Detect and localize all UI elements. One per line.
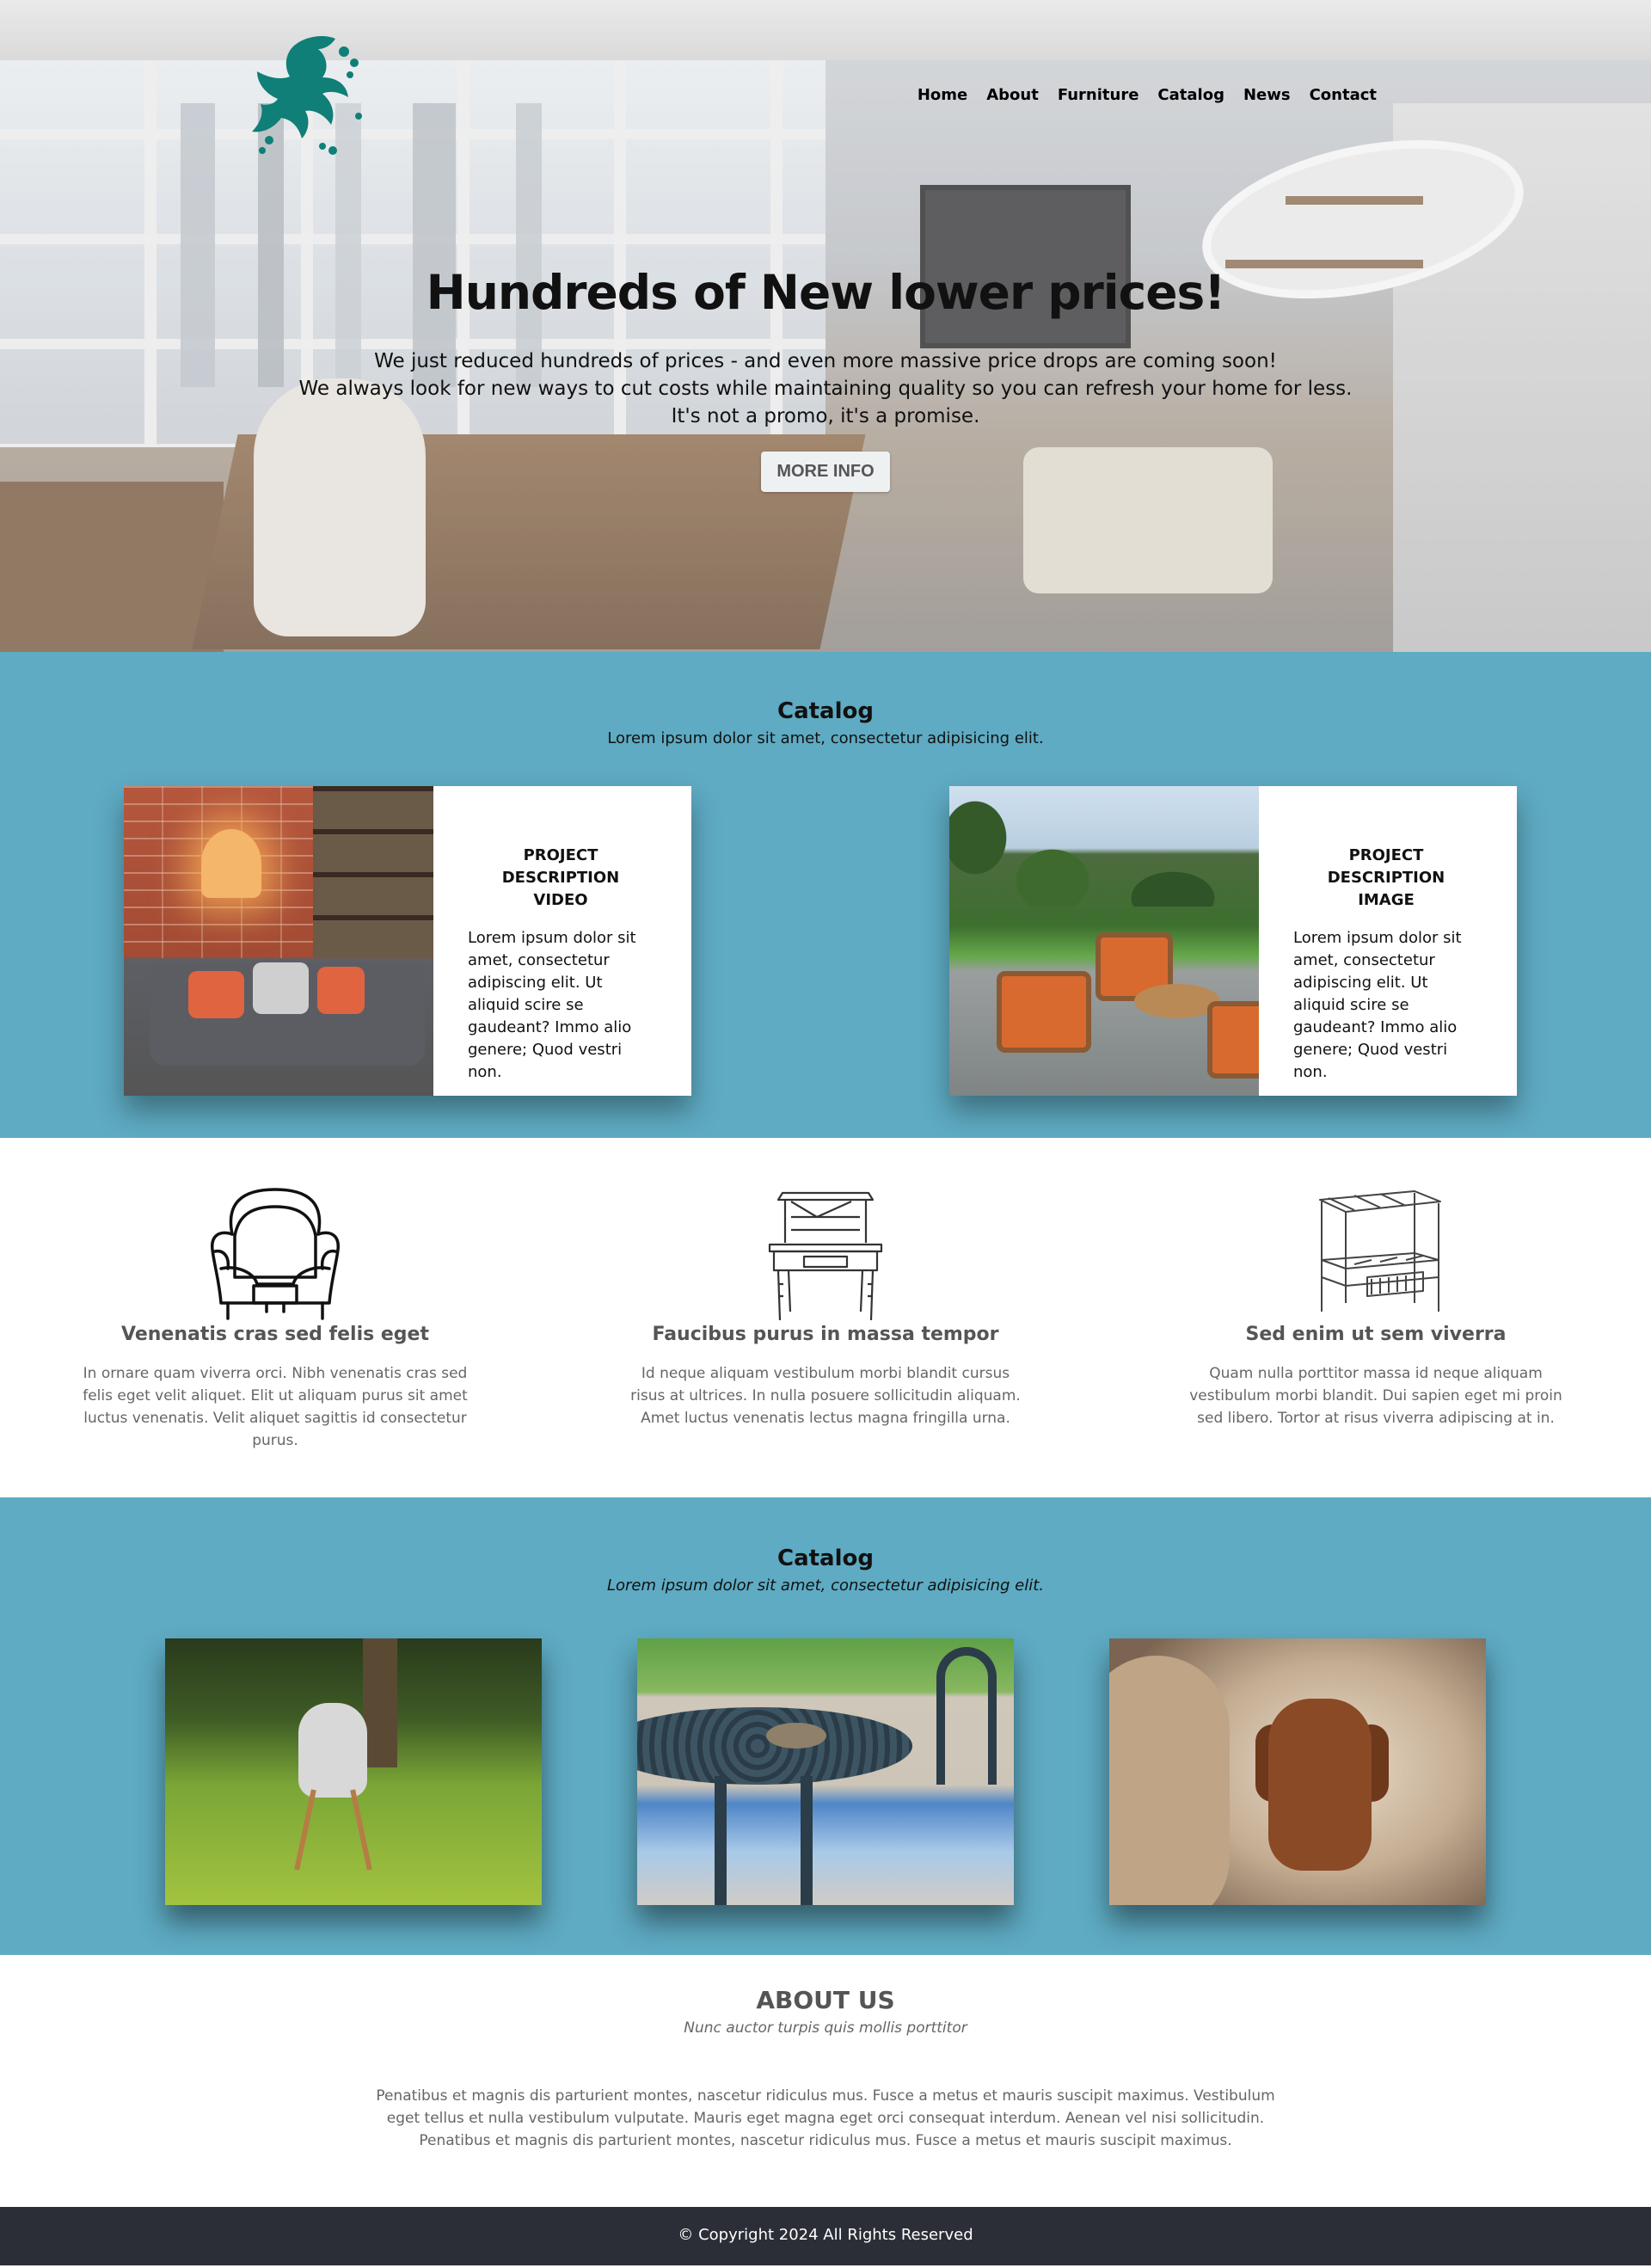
about-title: ABOUT US <box>756 1986 895 2014</box>
about-text: Penatibus et magnis dis parturient monte… <box>376 2087 1275 2149</box>
floor-lamp <box>201 829 261 898</box>
hero-content: Hundreds of New lower prices! We just re… <box>0 265 1651 492</box>
feature-text: Id neque aliquam vestibulum morbi blandi… <box>630 1365 1021 1427</box>
feature-text: Quam nulla porttitor massa id neque aliq… <box>1189 1365 1562 1427</box>
feature-item: Venenatis cras sed felis eget In ornare … <box>77 1138 473 1497</box>
catalog-subtitle: Lorem ipsum dolor sit amet, consectetur … <box>606 1577 1045 1595</box>
nav-about[interactable]: About <box>977 83 1048 108</box>
hero-line-3: It's not a promo, it's a promise. <box>671 405 980 427</box>
feature-title: Sed enim ut sem viverra <box>1245 1324 1507 1345</box>
canopy-bed-icon <box>1319 1189 1441 1312</box>
gallery-image-iron-table[interactable] <box>637 1638 1014 1905</box>
feature-title: Faucibus purus in massa tempor <box>652 1324 999 1345</box>
card-text: Lorem ipsum dolor sit amet, consectetur … <box>468 929 636 1081</box>
about-tagline: Nunc auctor turpis quis mollis porttitor <box>684 2019 967 2037</box>
hero-line-2: We always look for new ways to cut costs… <box>298 378 1353 400</box>
nav-catalog[interactable]: Catalog <box>1148 83 1234 108</box>
project-card-video[interactable]: PROJECT DESCRIPTION VIDEO Lorem ipsum do… <box>124 786 691 1096</box>
main-nav: Home About Furniture Catalog News Contac… <box>908 83 1386 108</box>
nav-contact[interactable]: Contact <box>1300 83 1386 108</box>
hero-subtitle: We just reduced hundreds of prices - and… <box>0 347 1651 430</box>
bookshelf <box>313 786 433 958</box>
nav-home[interactable]: Home <box>908 83 977 108</box>
catalog-subtitle: Lorem ipsum dolor sit amet, consectetur … <box>607 729 1044 747</box>
patio-chair <box>997 971 1091 1053</box>
catalog-section-gallery: Catalog Lorem ipsum dolor sit amet, cons… <box>0 1497 1651 1955</box>
features-section: Venenatis cras sed felis eget In ornare … <box>0 1138 1651 1497</box>
about-section: ABOUT US Nunc auctor turpis quis mollis … <box>0 1955 1651 2207</box>
feature-text: In ornare quam viverra orci. Nibh venena… <box>83 1365 468 1449</box>
project-card-image[interactable]: PROJECT DESCRIPTION IMAGE Lorem ipsum do… <box>949 786 1517 1096</box>
feature-title: Venenatis cras sed felis eget <box>121 1324 429 1345</box>
gallery-image-garden-chair[interactable] <box>165 1638 542 1905</box>
nav-furniture[interactable]: Furniture <box>1048 83 1149 108</box>
catalog-title: Catalog <box>777 698 874 724</box>
card-title: PROJECT DESCRIPTION VIDEO <box>501 846 620 909</box>
feature-item: Sed enim ut sem viverra Quam nulla portt… <box>1178 1138 1574 1497</box>
card-body: PROJECT DESCRIPTION IMAGE Lorem ipsum do… <box>1259 786 1517 1096</box>
copyright-text: © Copyright 2024 All Rights Reserved <box>678 2226 973 2244</box>
hutch-desk-icon <box>768 1191 883 1320</box>
hero-section: Home About Furniture Catalog News Contac… <box>0 0 1651 652</box>
nav-news[interactable]: News <box>1234 83 1300 108</box>
hero-title: Hundreds of New lower prices! <box>426 265 1226 320</box>
patio-image <box>949 786 1259 1096</box>
feature-item: Faucibus purus in massa tempor Id neque … <box>628 1138 1023 1497</box>
card-body: PROJECT DESCRIPTION VIDEO Lorem ipsum do… <box>433 786 691 1096</box>
card-title: PROJECT DESCRIPTION IMAGE <box>1327 846 1445 909</box>
living-room-image <box>124 786 433 1096</box>
armchair-icon <box>211 1187 340 1320</box>
hero-line-1: We just reduced hundreds of prices - and… <box>374 350 1277 372</box>
more-info-button[interactable]: MORE INFO <box>761 452 890 492</box>
catalog-section-projects: Catalog Lorem ipsum dolor sit amet, cons… <box>0 652 1651 1138</box>
gallery-image-dog-sofa[interactable] <box>1109 1638 1486 1905</box>
catalog-title: Catalog <box>777 1546 874 1571</box>
card-text: Lorem ipsum dolor sit amet, consectetur … <box>1293 929 1462 1081</box>
footer: © Copyright 2024 All Rights Reserved <box>0 2207 1651 2265</box>
dove-logo-icon[interactable] <box>245 30 365 159</box>
patio-chair <box>1207 1001 1259 1079</box>
